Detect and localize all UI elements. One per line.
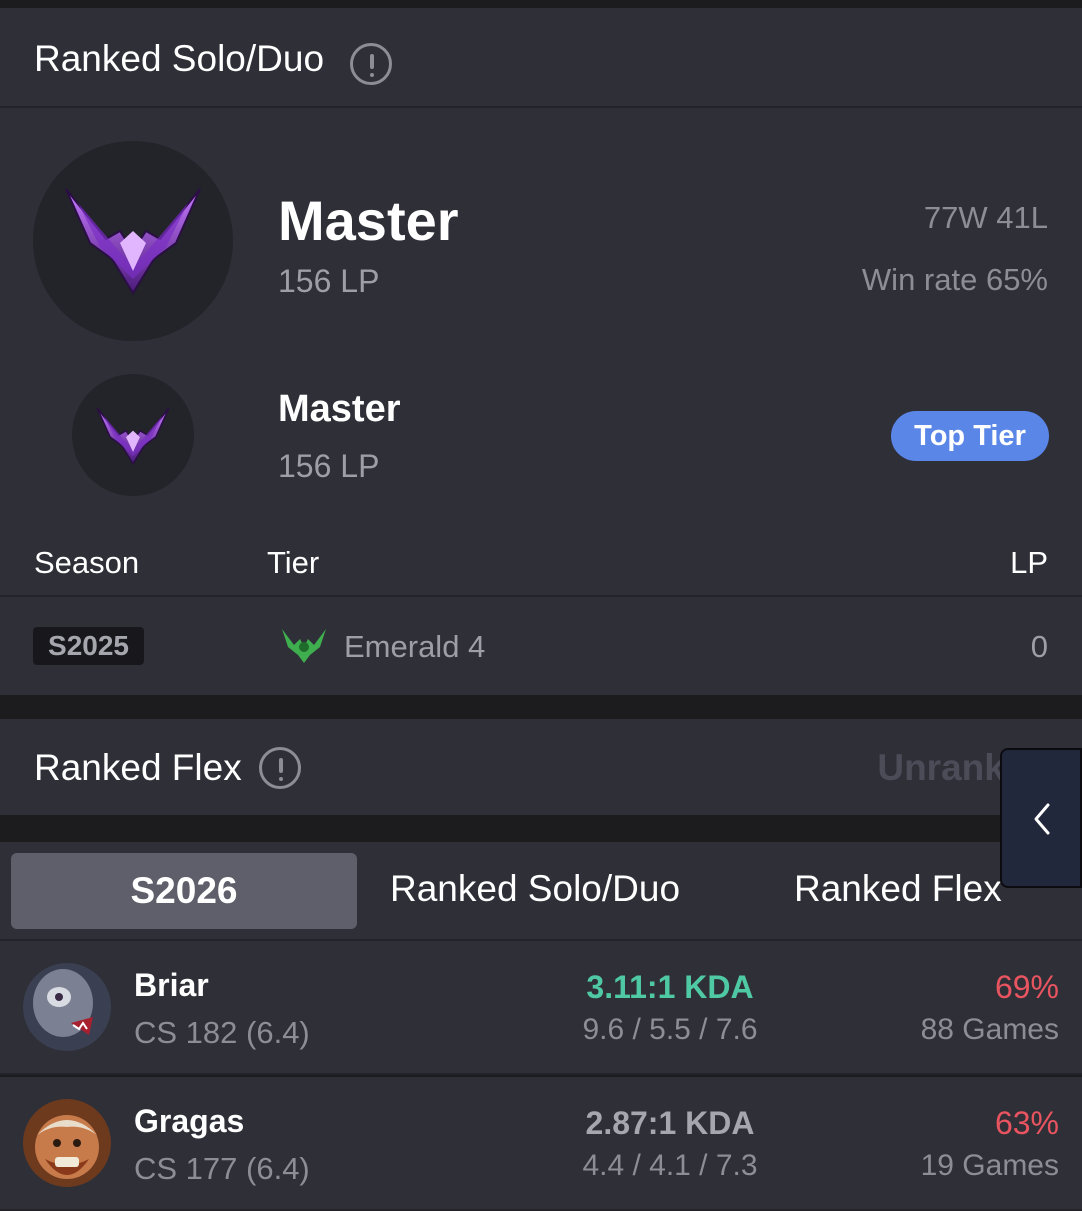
top-divider [0,0,1082,8]
champion-name: Briar [134,967,209,1003]
ranked-solo-header[interactable]: Ranked Solo/Duo [0,8,1082,108]
season-column-header: Season [34,545,140,580]
champion-games: 88 Games [920,1013,1059,1046]
history-tier: Emerald 4 [344,629,486,664]
champion-name: Gragas [134,1103,245,1139]
history-lp: 0 [1030,629,1048,664]
master-emblem-icon [96,407,170,466]
peak-lp: 156 LP [278,448,380,484]
master-emblem-icon [65,188,201,295]
tab-ranked-solo-duo[interactable]: Ranked Solo/Duo [390,868,680,910]
champion-kda: 2.87:1 KDA [585,1105,755,1141]
champion-win-rate: 63% [994,1105,1059,1141]
ranked-flex-header[interactable]: Ranked Flex Unranked [0,719,1082,815]
master-emblem-large [33,141,233,341]
tab-ranked-flex[interactable]: Ranked Flex [794,868,1002,910]
tab-s2026[interactable]: S2026 [11,853,357,929]
champion-row[interactable]: Gragas CS 177 (6.4) 2.87:1 KDA 4.4 / 4.1… [0,1077,1082,1211]
current-lp: 156 LP [278,263,380,299]
champion-stats-tabs: S2026 Ranked Solo/Duo Ranked Flex [0,842,1082,941]
tier-column-header: Tier [267,545,320,580]
champion-kda-detail: 9.6 / 5.5 / 7.6 [582,1013,758,1046]
peak-tier: Master [278,388,401,430]
ranked-flex-title: Ranked Flex [34,747,242,788]
champion-avatar [23,1099,111,1187]
champion-win-rate: 69% [994,969,1059,1005]
season-history-row: S2025 Emerald 4 0 [0,597,1082,695]
chevron-left-icon [1034,803,1050,835]
champion-row[interactable]: Briar CS 182 (6.4) 3.11:1 KDA 9.6 / 5.5 … [0,941,1082,1075]
champion-cs: CS 177 (6.4) [134,1151,310,1186]
champion-kda-detail: 4.4 / 4.1 / 7.3 [582,1149,758,1182]
emerald-emblem-icon [282,629,326,663]
ranked-solo-card: Master 156 LP 77W 41L Win rate 65% Maste… [0,108,1082,597]
champion-cs: CS 182 (6.4) [134,1015,310,1050]
season-badge: S2025 [33,627,144,665]
champion-avatar [23,963,111,1051]
champion-games: 19 Games [920,1149,1059,1182]
master-emblem-small [72,374,194,496]
info-icon[interactable] [350,43,392,85]
info-icon[interactable] [259,747,301,789]
champion-kda: 3.11:1 KDA [586,969,754,1005]
win-loss-record: 77W 41L [923,200,1048,235]
current-tier: Master [278,189,459,252]
ranked-solo-title: Ranked Solo/Duo [34,38,325,79]
collapse-panel-button[interactable] [1000,748,1082,888]
win-rate: Win rate 65% [861,262,1048,297]
top-tier-badge: Top Tier [891,411,1049,461]
lp-column-header: LP [1010,545,1048,580]
